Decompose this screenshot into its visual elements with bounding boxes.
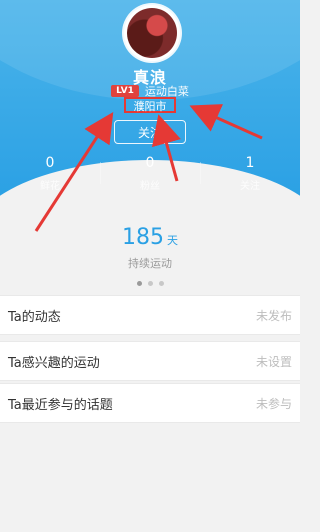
- stat-label: 鲜花: [40, 181, 60, 192]
- stat-value: 0: [45, 155, 55, 171]
- stat-following[interactable]: 1 关注: [200, 155, 300, 192]
- stat-value: 1: [245, 155, 255, 171]
- stats-bar: 0 鲜花 0 粉丝 1 关注: [0, 155, 300, 192]
- annotation-arrows: [34, 104, 263, 232]
- stat-label: 粉丝: [140, 181, 160, 192]
- stat-flowers[interactable]: 0 鲜花: [0, 155, 100, 192]
- stat-label: 关注: [240, 181, 260, 192]
- stat-fans[interactable]: 0 粉丝: [100, 155, 200, 192]
- stat-value: 0: [145, 155, 155, 171]
